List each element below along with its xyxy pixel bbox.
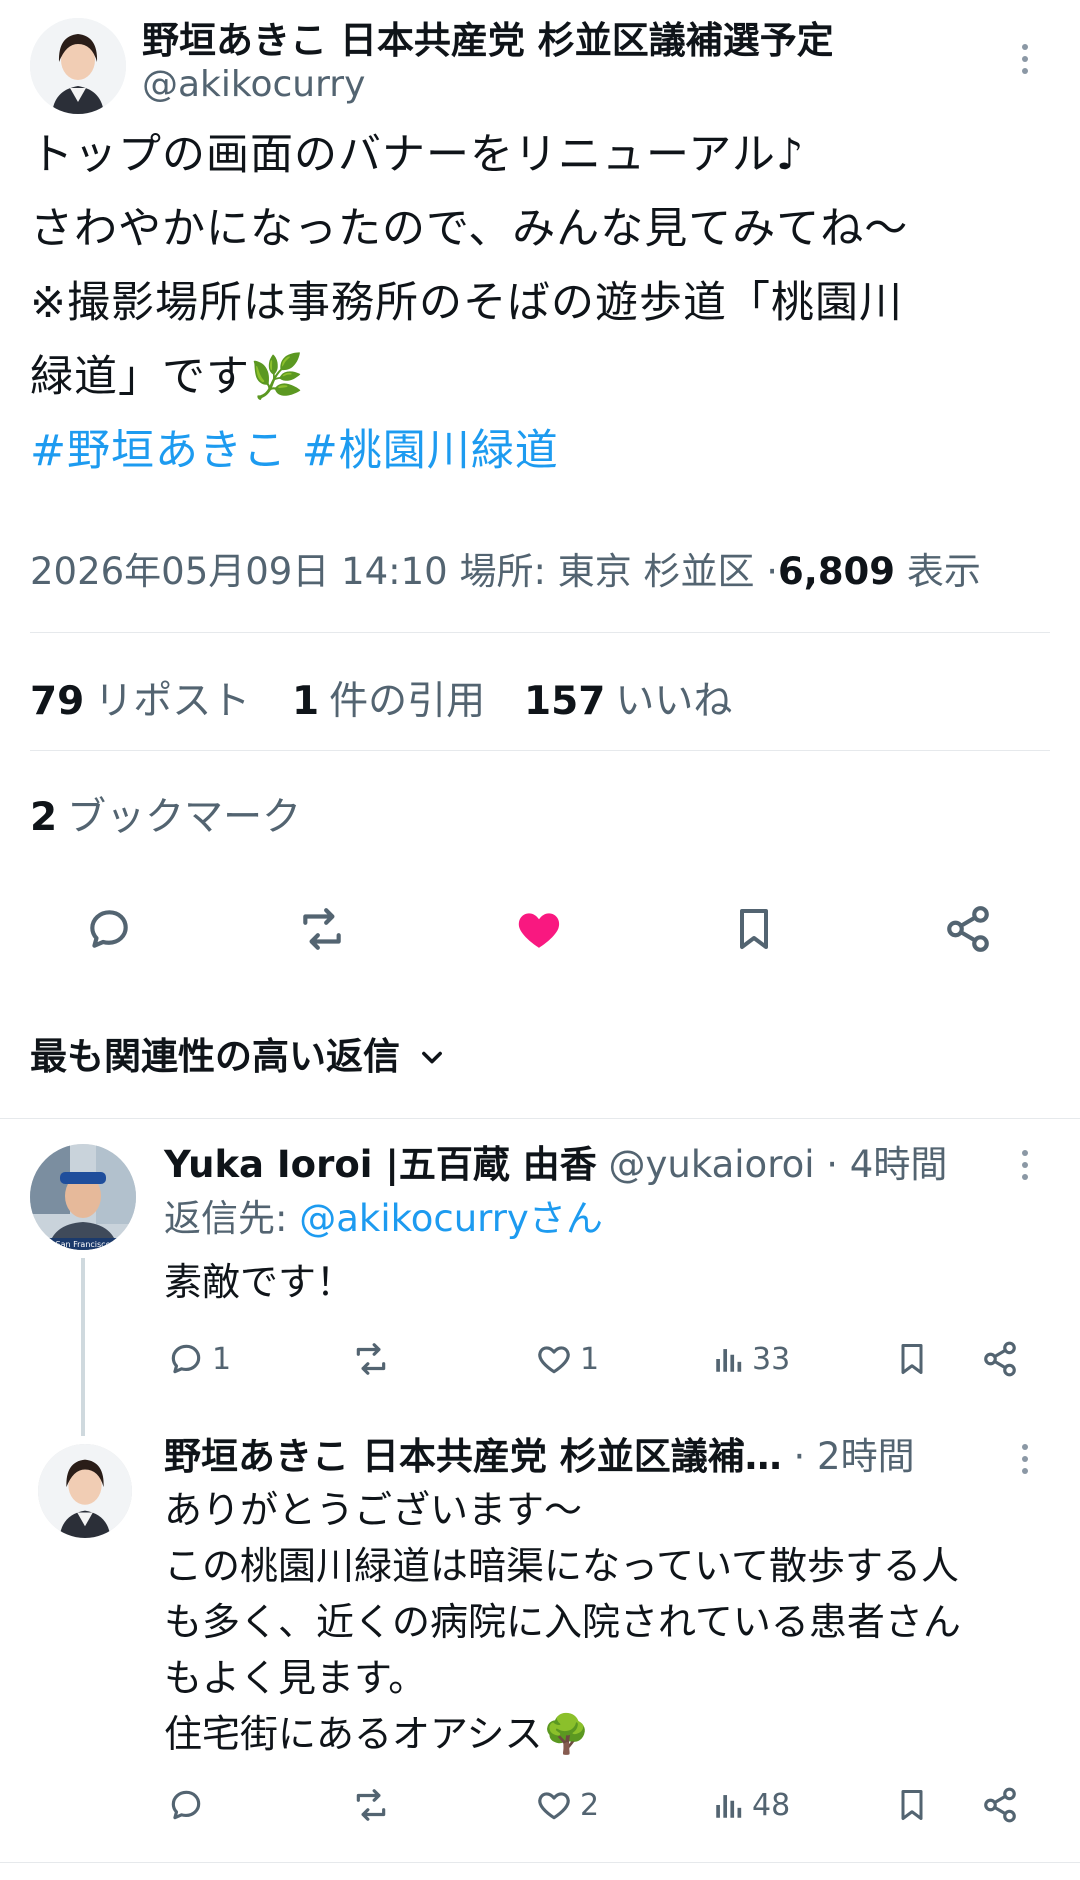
bookmark-icon	[894, 1784, 930, 1826]
reply-action-bookmark[interactable]	[894, 1338, 930, 1380]
like-count: 1	[580, 1341, 600, 1377]
divider	[30, 632, 1050, 633]
reply-text-line: もよく見ます。	[164, 1656, 427, 1700]
reply-to-prefix: 返信先:	[164, 1197, 300, 1240]
author-avatar[interactable]	[30, 18, 126, 114]
reply-author-handle[interactable]: @yukaioroi	[608, 1143, 814, 1186]
share-icon	[980, 1786, 1020, 1824]
tweet-meta: 2026年05月09日 14:10 場所: 東京 杉並区 ·6,809 表示	[30, 546, 981, 598]
views-count: 33	[752, 1341, 791, 1377]
reply-action-repost[interactable]	[348, 1340, 400, 1378]
thread-line	[81, 1258, 85, 1436]
views-count: 48	[752, 1787, 791, 1823]
reply-action-repost[interactable]	[348, 1786, 400, 1824]
author-name[interactable]: 野垣あきこ 日本共産党 杉並区議補選予定…	[142, 16, 832, 66]
repost-icon	[348, 1340, 394, 1378]
reply-sort-selector[interactable]: 最も関連性の高い返信	[30, 1030, 446, 1084]
reply-time[interactable]: · 2時間	[794, 1435, 915, 1478]
more-options-icon[interactable]	[1022, 44, 1028, 74]
reply-to-line: 返信先: @akikocurryさん	[164, 1192, 603, 1246]
hashtag-link[interactable]: #桃園川緑道	[302, 426, 559, 476]
like-count: 2	[580, 1787, 600, 1823]
views-chart-icon	[712, 1786, 746, 1824]
tweet-location[interactable]: 場所: 東京 杉並区	[459, 550, 754, 593]
reply-action-share[interactable]	[980, 1786, 1020, 1824]
reply-action-views[interactable]: 33	[712, 1340, 790, 1378]
bookmarks-stat[interactable]: 2 ブックマーク	[30, 786, 301, 842]
heart-icon	[534, 1340, 574, 1378]
reply-author-name[interactable]: Yuka Ioroi |五百蔵 由香	[164, 1143, 597, 1186]
hashtag-row: #野垣あきこ #桃園川緑道	[30, 414, 1060, 488]
reply-text: ありがとうございます〜 この桃園川緑道は暗渠になっていて散歩する人 も多く、近く…	[164, 1482, 1064, 1762]
chevron-down-icon	[418, 1043, 446, 1071]
repost-icon	[348, 1786, 394, 1824]
reply-icon	[166, 1786, 206, 1824]
quotes-stat[interactable]: 1 件の引用	[292, 670, 485, 726]
reply-avatar[interactable]	[38, 1444, 132, 1538]
divider	[0, 1862, 1080, 1863]
reply-text-line: この桃園川緑道は暗渠になっていて散歩する人	[164, 1544, 959, 1588]
views-label: 表示	[906, 550, 981, 593]
reply-action-like[interactable]: 2	[534, 1786, 599, 1824]
hashtag-link[interactable]: #野垣あきこ	[30, 426, 287, 476]
avatar-caption: San Francisco	[55, 1240, 111, 1249]
reply-action-like[interactable]: 1	[534, 1340, 599, 1378]
tweet-text-line: ※撮影場所は事務所のそばの遊歩道「桃園川	[30, 278, 904, 328]
reply-time[interactable]: · 4時間	[826, 1143, 947, 1186]
reply-action-views[interactable]: 48	[712, 1786, 790, 1824]
reply-action-share[interactable]	[980, 1340, 1020, 1378]
views-chart-icon	[712, 1340, 746, 1378]
bookmark-icon	[894, 1338, 930, 1380]
like-icon[interactable]	[512, 904, 566, 954]
avatar-portrait	[30, 18, 126, 114]
share-icon[interactable]	[942, 904, 994, 954]
divider	[0, 1118, 1080, 1119]
more-options-icon[interactable]	[1022, 1444, 1028, 1474]
reply-action-reply[interactable]	[166, 1786, 212, 1824]
bookmark-icon[interactable]	[730, 902, 778, 956]
likes-stat[interactable]: 157 いいね	[524, 670, 732, 726]
tweet-text-line: 緑道」です🌿	[30, 352, 305, 402]
reply-action-reply[interactable]: 1	[166, 1340, 231, 1378]
reply-text-line: 住宅街にあるオアシス🌳	[164, 1712, 590, 1756]
author-handle[interactable]: @akikocurry	[142, 60, 365, 110]
reply-avatar[interactable]: San Francisco	[30, 1144, 136, 1250]
reply-to-link[interactable]: @akikocurryさん	[299, 1197, 603, 1240]
reply-action-bookmark[interactable]	[894, 1784, 930, 1826]
tweet-text-line: さわやかになったので、みんな見てみてね〜	[30, 204, 909, 254]
reply-icon[interactable]	[82, 904, 136, 954]
reply-text: 素敵です！	[164, 1260, 355, 1304]
reply-sort-label: 最も関連性の高い返信	[30, 1035, 400, 1078]
views-count: 6,809	[778, 550, 896, 593]
repost-icon[interactable]	[292, 904, 352, 954]
tweet-text-line: トップの画面のバナーをリニューアル♪	[30, 130, 805, 180]
reply-author-name[interactable]: 野垣あきこ 日本共産党 杉並区議補…	[164, 1435, 782, 1478]
avatar-photo	[30, 1144, 136, 1250]
tweet-text: トップの画面のバナーをリニューアル♪ さわやかになったので、みんな見てみてね〜 …	[30, 118, 1060, 488]
reply-count: 1	[212, 1341, 232, 1377]
reply-text-line: ありがとうございます〜	[164, 1488, 583, 1532]
meta-separator: ·	[766, 550, 779, 593]
tweet-datetime[interactable]: 2026年05月09日 14:10	[30, 550, 448, 593]
reply-text-line: も多く、近くの病院に入院されている患者さん	[164, 1600, 961, 1644]
divider	[30, 750, 1050, 751]
heart-icon	[534, 1786, 574, 1824]
avatar-portrait	[38, 1444, 132, 1538]
reposts-stat[interactable]: 79 リポスト	[30, 670, 250, 726]
reply-header: Yuka Ioroi |五百蔵 由香 @yukaioroi · 4時間	[164, 1138, 947, 1192]
reply-header: 野垣あきこ 日本共産党 杉並区議補… · 2時間	[164, 1430, 915, 1484]
reply-icon	[166, 1340, 206, 1378]
share-icon	[980, 1340, 1020, 1378]
more-options-icon[interactable]	[1022, 1150, 1028, 1180]
